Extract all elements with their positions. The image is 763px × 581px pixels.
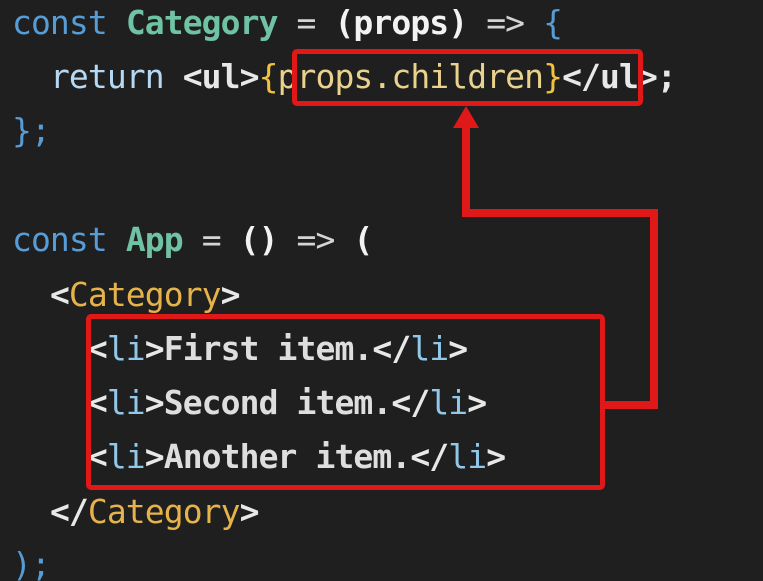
code-line-5: const App = () => (: [12, 213, 373, 267]
keyword-const: const: [12, 3, 108, 42]
jsx-gt: >: [220, 275, 241, 314]
arrow-connector-horizontal-top: [462, 209, 658, 217]
arrow-connector-horizontal-bottom: [604, 401, 655, 409]
list-items-highlight-box: [86, 314, 605, 490]
code-line-10: </Category>: [12, 485, 260, 539]
code-editor: const Category = (props) => { return <ul…: [0, 0, 763, 581]
arrow-operator: =>: [296, 220, 336, 259]
arrow-connector-vertical-right: [650, 209, 658, 409]
code-line-11: );: [12, 538, 51, 581]
category-close-tag: Category: [87, 492, 241, 531]
equals-operator: =: [296, 3, 317, 42]
expression-open-brace: {: [258, 57, 279, 96]
arrow-connector-vertical-left: [462, 126, 470, 217]
arrow-up-icon: [453, 106, 479, 128]
code-line-1: const Category = (props) => {: [12, 0, 563, 50]
params: (): [239, 220, 279, 259]
params: (props): [334, 3, 468, 42]
keyword-return: return: [49, 57, 165, 96]
jsx-lt: <: [49, 275, 70, 314]
arrow-operator: =>: [486, 3, 525, 42]
category-open-tag: Category: [68, 275, 222, 314]
open-brace: {: [543, 3, 563, 42]
jsx-gt: >: [239, 492, 260, 531]
keyword-const: const: [12, 220, 108, 259]
code-line-3: };: [12, 104, 51, 158]
component-name-category: Category: [125, 3, 279, 42]
component-name-app: App: [125, 220, 184, 259]
close-brace: };: [12, 111, 51, 150]
ul-open-tag: <ul>: [182, 57, 260, 96]
props-children-highlight-box: [292, 49, 643, 106]
equals-operator: =: [201, 220, 222, 259]
jsx-close-lt: </: [49, 492, 89, 531]
open-paren: (: [353, 220, 373, 259]
close-paren: );: [12, 545, 51, 581]
